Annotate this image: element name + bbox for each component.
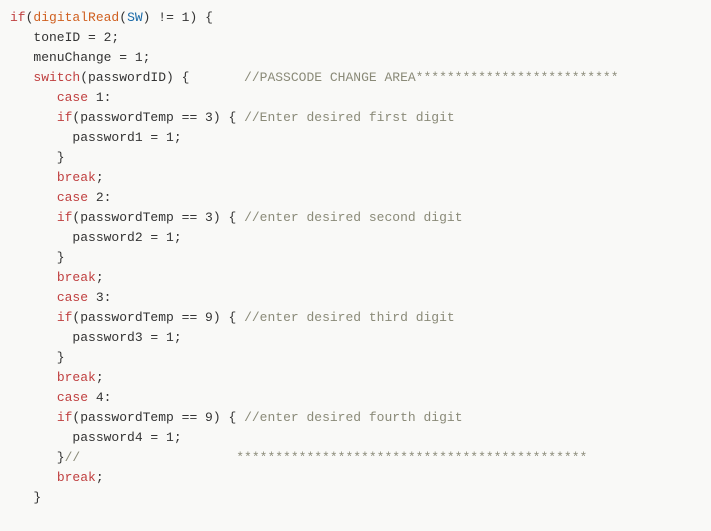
text: (passwordTemp == 3) { bbox=[72, 210, 244, 225]
text bbox=[10, 110, 57, 125]
text bbox=[10, 90, 57, 105]
keyword-if: if bbox=[57, 210, 73, 225]
code-line: } bbox=[10, 250, 65, 265]
keyword-break: break bbox=[57, 470, 96, 485]
text: ) != 1) { bbox=[143, 10, 213, 25]
text: (passwordID) { bbox=[80, 70, 189, 85]
text: ; bbox=[96, 270, 104, 285]
comment: //enter desired second digit bbox=[244, 210, 462, 225]
keyword-if: if bbox=[10, 10, 26, 25]
text: 1: bbox=[88, 90, 111, 105]
code-line: password1 = 1; bbox=[10, 130, 182, 145]
comment: //enter desired fourth digit bbox=[244, 410, 462, 425]
code-line: } bbox=[10, 490, 41, 505]
text bbox=[189, 70, 244, 85]
code-line: toneID = 2; bbox=[10, 30, 119, 45]
keyword-case: case bbox=[57, 90, 88, 105]
text: ; bbox=[96, 370, 104, 385]
code-line: menuChange = 1; bbox=[10, 50, 150, 65]
text bbox=[10, 170, 57, 185]
code-line: password3 = 1; bbox=[10, 330, 182, 345]
text bbox=[10, 190, 57, 205]
text: 3: bbox=[88, 290, 111, 305]
keyword-case: case bbox=[57, 390, 88, 405]
text bbox=[10, 390, 57, 405]
text: ; bbox=[96, 170, 104, 185]
comment: //Enter desired first digit bbox=[244, 110, 455, 125]
code-line: password2 = 1; bbox=[10, 230, 182, 245]
text: 4: bbox=[88, 390, 111, 405]
comment: //enter desired third digit bbox=[244, 310, 455, 325]
text bbox=[10, 310, 57, 325]
text: (passwordTemp == 3) { bbox=[72, 110, 244, 125]
text bbox=[10, 370, 57, 385]
comment: //PASSCODE CHANGE AREA******************… bbox=[244, 70, 618, 85]
code-line: } bbox=[10, 350, 65, 365]
fn-digitalread: digitalRead bbox=[33, 10, 119, 25]
keyword-break: break bbox=[57, 370, 96, 385]
keyword-switch: switch bbox=[33, 70, 80, 85]
text: ( bbox=[119, 10, 127, 25]
comment: // *************************************… bbox=[65, 450, 588, 465]
text bbox=[10, 290, 57, 305]
text bbox=[10, 70, 33, 85]
text: (passwordTemp == 9) { bbox=[72, 410, 244, 425]
keyword-if: if bbox=[57, 310, 73, 325]
text: (passwordTemp == 9) { bbox=[72, 310, 244, 325]
code-line: password4 = 1; bbox=[10, 430, 182, 445]
text: ; bbox=[96, 470, 104, 485]
text: 2: bbox=[88, 190, 111, 205]
text bbox=[10, 210, 57, 225]
code-line: } bbox=[10, 450, 65, 465]
keyword-break: break bbox=[57, 170, 96, 185]
text bbox=[10, 410, 57, 425]
keyword-case: case bbox=[57, 290, 88, 305]
code-block: if(digitalRead(SW) != 1) { toneID = 2; m… bbox=[0, 0, 711, 516]
text bbox=[10, 470, 57, 485]
keyword-case: case bbox=[57, 190, 88, 205]
keyword-break: break bbox=[57, 270, 96, 285]
keyword-if: if bbox=[57, 110, 73, 125]
text bbox=[10, 270, 57, 285]
keyword-if: if bbox=[57, 410, 73, 425]
code-line: } bbox=[10, 150, 65, 165]
const-sw: SW bbox=[127, 10, 143, 25]
